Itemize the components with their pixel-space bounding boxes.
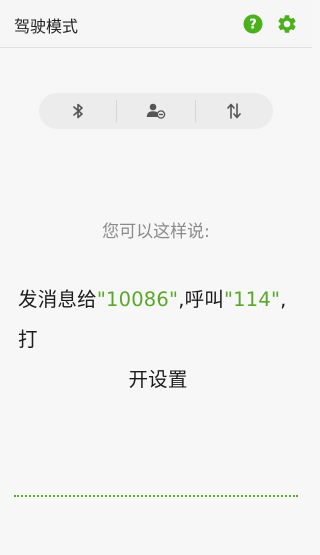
settings-button[interactable] [276,13,298,35]
bluetooth-icon [72,103,83,119]
app-bar: 驾驶模式 ? [0,0,312,48]
bluetooth-toggle[interactable] [39,93,116,129]
voice-wave-indicator [14,495,298,497]
example-text: ,呼叫 [178,288,224,311]
gear-icon [278,15,296,33]
data-transfer-icon [227,103,242,119]
svg-text:?: ? [249,18,257,33]
voice-command-example: 发消息给"10086",呼叫"114",打 开设置 [18,280,298,400]
data-transfer-toggle[interactable] [196,93,273,129]
page-title: 驾驶模式 [14,17,79,36]
help-button[interactable]: ? [242,13,264,35]
example-text: 开设置 [128,368,188,391]
voice-hint-label: 您可以这样说: [102,222,210,242]
example-number-highlight: "114" [224,288,281,311]
example-text: 发消息给 [18,288,97,311]
contact-block-icon [146,103,166,119]
quick-toggle-bar [39,93,273,129]
question-circle-icon: ? [243,14,263,34]
contact-block-toggle[interactable] [117,93,194,129]
example-number-highlight: "10086" [96,288,179,311]
